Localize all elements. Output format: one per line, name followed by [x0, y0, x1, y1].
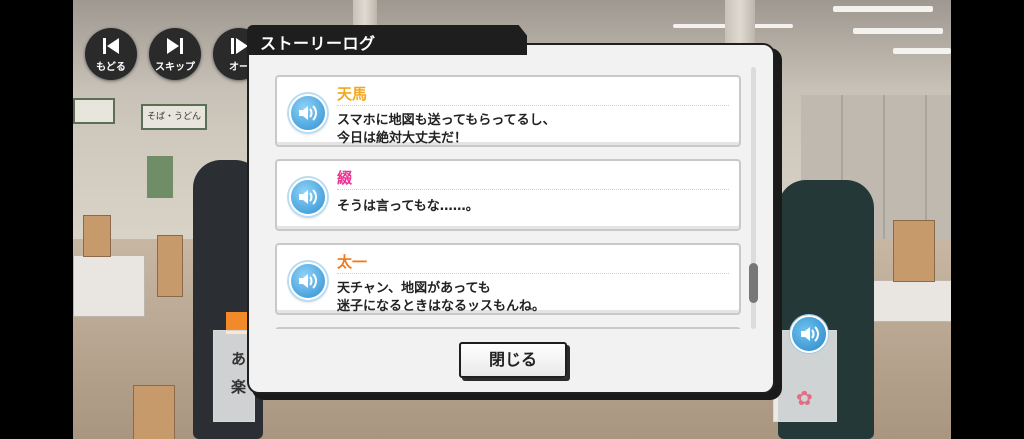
name-divider	[337, 189, 729, 190]
speaker-icon	[299, 189, 317, 205]
speaker-name: 天馬	[337, 85, 368, 103]
scrollbar-thumb[interactable]	[749, 263, 758, 303]
chair	[133, 385, 175, 439]
ceiling-light	[853, 28, 943, 34]
voice-replay-button[interactable]	[289, 94, 327, 132]
dialog-title: ストーリーログ	[260, 34, 376, 53]
log-scrollbar[interactable]	[749, 67, 758, 329]
story-log-list[interactable]: 天馬 スマホに地図も送ってもらってるし、 今日は絶対大丈夫だ！ 綴 そうは言って…	[259, 67, 747, 329]
pillar	[725, 0, 755, 48]
dialogue-line: スマホに地図も送ってもらってるし、	[337, 113, 556, 128]
ceiling-light	[893, 48, 951, 54]
skip-button[interactable]: スキップ	[149, 28, 201, 80]
speaker-icon	[299, 105, 317, 121]
close-button[interactable]: 閉じる	[459, 342, 567, 378]
skip-icon	[167, 38, 183, 54]
story-log-dialog: 天馬 スマホに地図も送ってもらってるし、 今日は絶対大丈夫だ！ 綴 そうは言って…	[247, 43, 775, 394]
dialogue-line: 迷子になるときはなるッスもんね。	[337, 299, 546, 314]
log-entry	[275, 327, 741, 329]
skip-label: スキップ	[155, 62, 195, 73]
voice-replay-button[interactable]	[289, 262, 327, 300]
back-label: もどる	[96, 62, 126, 73]
back-button[interactable]: もどる	[85, 28, 137, 80]
dialog-title-tab: ストーリーログ	[247, 25, 527, 55]
chair	[83, 215, 111, 257]
log-entry: 天馬 スマホに地図も送ってもらってるし、 今日は絶対大丈夫だ！	[275, 75, 741, 147]
speaker-icon	[801, 326, 819, 342]
message-voice-button[interactable]	[790, 315, 828, 353]
ceiling-light	[833, 6, 933, 12]
chair	[157, 235, 183, 297]
rewind-icon	[103, 38, 119, 54]
message-peek-text: あ	[231, 350, 247, 368]
name-divider	[337, 105, 729, 106]
voice-replay-button[interactable]	[289, 178, 327, 216]
noodle-sign: そば・うどん	[141, 104, 207, 130]
dialogue-line: 今日は絶対大丈夫だ！	[337, 131, 468, 146]
green-door	[147, 156, 173, 198]
chair	[893, 220, 935, 282]
speaker-name: 太一	[337, 253, 368, 271]
flower-icon: ✿	[796, 386, 813, 410]
speaker-icon	[299, 273, 317, 289]
cafeteria-table	[73, 255, 145, 317]
log-entry: 綴 そうは言ってもな……。	[275, 159, 741, 231]
message-peek-text: 楽	[231, 378, 247, 396]
wall-sign	[73, 98, 115, 124]
name-divider	[337, 273, 729, 274]
cafeteria-table	[873, 280, 951, 322]
dialogue-line: 天チャン、地図があっても	[337, 281, 491, 296]
log-entry: 太一 天チャン、地図があっても 迷子になるときはなるッスもんね。	[275, 243, 741, 315]
dialogue-line: そうは言ってもな……。	[337, 199, 479, 214]
speaker-name: 綴	[337, 169, 353, 187]
